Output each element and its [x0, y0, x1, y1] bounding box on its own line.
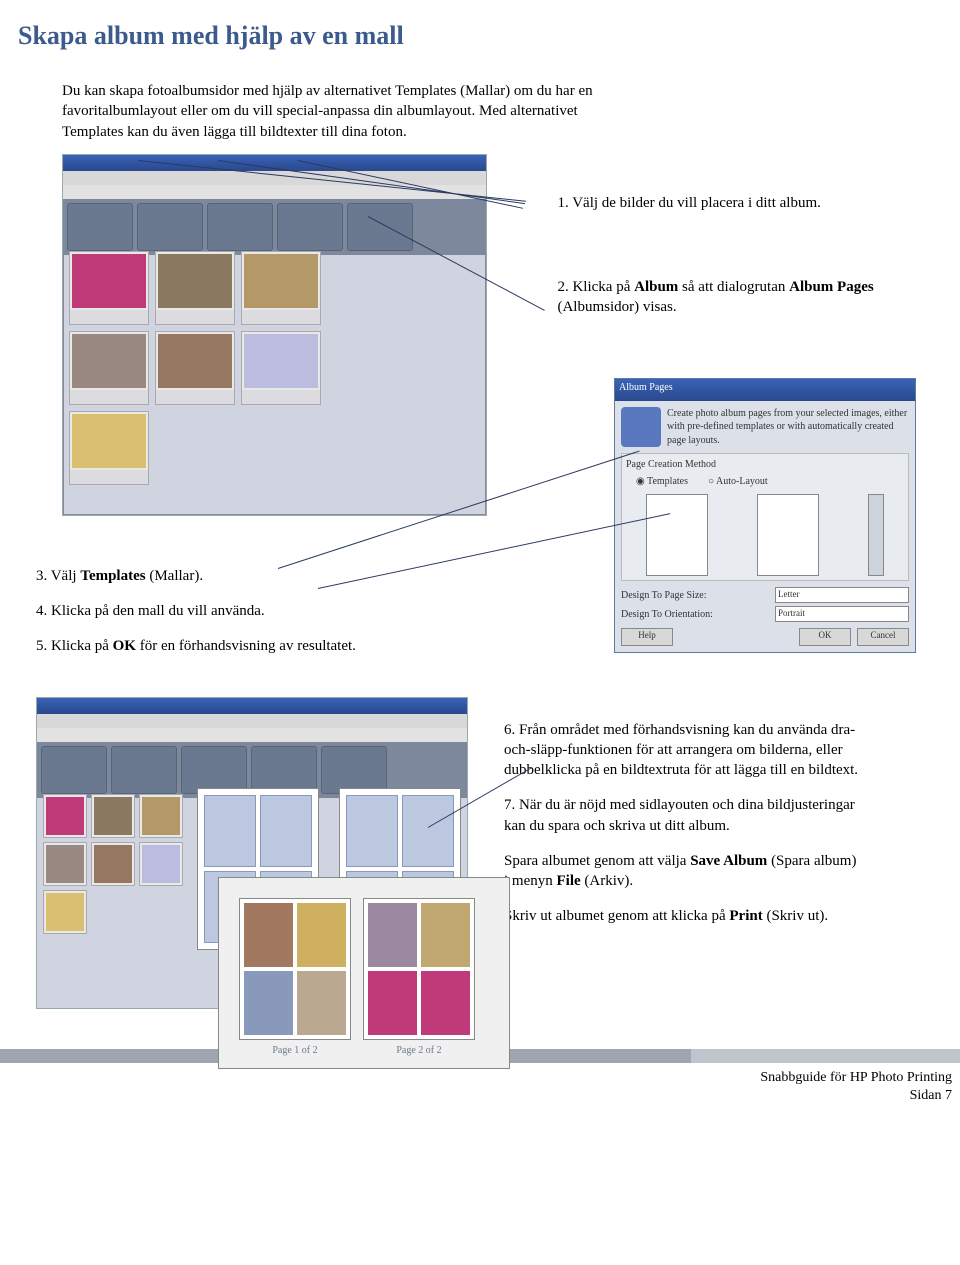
thumbnail	[91, 842, 135, 886]
preview-page-2-label: Page 2 of 2	[363, 1044, 475, 1058]
toolbar-button	[41, 746, 107, 794]
preview-page-1	[239, 898, 351, 1040]
toolbar-button	[251, 746, 317, 794]
thumbnail	[69, 411, 149, 485]
intro-paragraph: Du kan skapa fotoalbumsidor med hjälp av…	[62, 81, 622, 142]
preview-popup: Page 1 of 2 Page 2 of 2	[218, 877, 510, 1069]
toolbar-button	[137, 203, 203, 251]
ok-button: OK	[799, 628, 851, 646]
footer-line-1: Snabbguide för HP Photo Printing	[0, 1069, 952, 1088]
thumbnail	[91, 794, 135, 838]
step-6: 6. Från området med förhandsvisning kan …	[504, 720, 864, 781]
thumbnail	[241, 331, 321, 405]
step-3: 3. Välj Templates (Mallar).	[36, 566, 396, 586]
help-button: Help	[621, 628, 673, 646]
radio-templates: ◉ Templates	[636, 475, 688, 489]
thumbnail	[69, 251, 149, 325]
scrollbar	[868, 494, 884, 576]
template-option	[646, 494, 708, 576]
step-5: 5. Klicka på OK för en förhandsvisning a…	[36, 636, 396, 656]
thumbnail	[43, 794, 87, 838]
preview-page-1-label: Page 1 of 2	[239, 1044, 351, 1058]
toolbar-button	[321, 746, 387, 794]
dialog-description: Create photo album pages from your selec…	[667, 407, 909, 448]
step-2: 2. Klicka på Album så att dialogrutan Al…	[557, 277, 912, 318]
toolbar-button	[111, 746, 177, 794]
dialog-titlebar: Album Pages	[615, 379, 915, 401]
toolbar-button	[277, 203, 343, 251]
toolbar-button	[181, 746, 247, 794]
step-4: 4. Klicka på den mall du vill använda.	[36, 601, 396, 621]
print-instruction: Skriv ut albumet genom att klicka på Pri…	[504, 906, 864, 926]
thumbnail	[43, 842, 87, 886]
field-page-size-label: Design To Page Size:	[621, 589, 707, 603]
preview-page-2	[363, 898, 475, 1040]
step-1: 1. Välj de bilder du vill placera i ditt…	[557, 193, 912, 213]
thumbnail	[43, 890, 87, 934]
album-icon	[621, 407, 661, 447]
thumbnail	[139, 794, 183, 838]
save-instruction: Spara albumet genom att välja Save Album…	[504, 851, 864, 892]
album-pages-dialog: Album Pages Create photo album pages fro…	[614, 378, 916, 654]
page-title: Skapa album med hjälp av en mall	[18, 18, 912, 53]
field-page-size-value: Letter	[775, 587, 909, 603]
thumbnail	[69, 331, 149, 405]
app-screenshot-1	[62, 154, 487, 516]
toolbar-button	[67, 203, 133, 251]
thumbnail	[155, 331, 235, 405]
template-option	[757, 494, 819, 576]
field-orientation-label: Design To Orientation:	[621, 608, 713, 622]
toolbar-button	[207, 203, 273, 251]
thumbnail	[155, 251, 235, 325]
toolbar-button	[347, 203, 413, 251]
radio-auto-layout: ○ Auto-Layout	[708, 475, 768, 489]
section-label: Page Creation Method	[626, 458, 904, 472]
thumbnail	[241, 251, 321, 325]
field-orientation-value: Portrait	[775, 606, 909, 622]
thumbnail	[139, 842, 183, 886]
cancel-button: Cancel	[857, 628, 909, 646]
footer-line-2: Sidan 7	[0, 1087, 952, 1106]
step-7: 7. När du är nöjd med sidlayouten och di…	[504, 795, 864, 836]
